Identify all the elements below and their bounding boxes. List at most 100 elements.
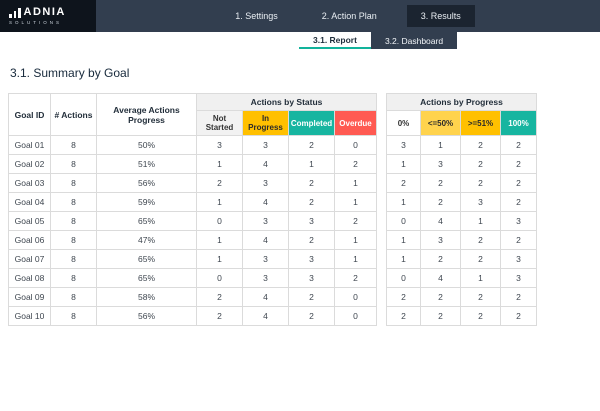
cell-avg-progress: 56% (97, 307, 197, 326)
cell-num-actions: 8 (51, 250, 97, 269)
table-row: Goal 05 8 65% 0 3 3 2 0 4 1 3 (9, 212, 537, 231)
tab-action-plan[interactable]: 2. Action Plan (308, 5, 391, 27)
group-spacer (377, 155, 387, 174)
cell-progress-0: 0 (387, 212, 421, 231)
cell-num-actions: 8 (51, 155, 97, 174)
cell-num-actions: 8 (51, 288, 97, 307)
col-header-progress-100: 100% (501, 111, 537, 136)
brand-name: ADNIA (24, 7, 66, 18)
cell-in-progress: 4 (243, 155, 289, 174)
cell-progress-lte50: 2 (421, 174, 461, 193)
cell-not-started: 1 (197, 231, 243, 250)
cell-goal-id: Goal 07 (9, 250, 51, 269)
cell-progress-gte51: 1 (461, 212, 501, 231)
cell-progress-100: 2 (501, 136, 537, 155)
cell-completed: 3 (289, 212, 335, 231)
group-spacer (377, 307, 387, 326)
cell-progress-100: 2 (501, 231, 537, 250)
col-header-overdue: Overdue (335, 111, 377, 136)
cell-progress-0: 2 (387, 174, 421, 193)
cell-progress-0: 3 (387, 136, 421, 155)
table-row: Goal 01 8 50% 3 3 2 0 3 1 2 2 (9, 136, 537, 155)
cell-overdue: 0 (335, 136, 377, 155)
col-header-goal-id: Goal ID (9, 94, 51, 136)
cell-in-progress: 3 (243, 174, 289, 193)
cell-progress-lte50: 1 (421, 136, 461, 155)
col-header-progress-lte50: <=50% (421, 111, 461, 136)
cell-num-actions: 8 (51, 231, 97, 250)
cell-in-progress: 3 (243, 250, 289, 269)
cell-progress-0: 2 (387, 288, 421, 307)
cell-completed: 2 (289, 193, 335, 212)
sub-nav: 3.1. Report 3.2. Dashboard (299, 32, 600, 49)
summary-table: Goal ID # Actions Average Actions Progre… (8, 93, 537, 326)
cell-not-started: 0 (197, 212, 243, 231)
bar-chart-icon (9, 8, 21, 18)
cell-overdue: 0 (335, 288, 377, 307)
cell-num-actions: 8 (51, 136, 97, 155)
cell-goal-id: Goal 05 (9, 212, 51, 231)
group-spacer (377, 231, 387, 250)
cell-goal-id: Goal 02 (9, 155, 51, 174)
table-row: Goal 04 8 59% 1 4 2 1 1 2 3 2 (9, 193, 537, 212)
tab-results[interactable]: 3. Results (407, 5, 475, 27)
table-row: Goal 06 8 47% 1 4 2 1 1 3 2 2 (9, 231, 537, 250)
cell-progress-0: 0 (387, 269, 421, 288)
cell-progress-gte51: 2 (461, 136, 501, 155)
cell-avg-progress: 56% (97, 174, 197, 193)
tab-dashboard[interactable]: 3.2. Dashboard (371, 32, 457, 49)
cell-progress-gte51: 2 (461, 307, 501, 326)
cell-goal-id: Goal 03 (9, 174, 51, 193)
cell-goal-id: Goal 10 (9, 307, 51, 326)
cell-in-progress: 3 (243, 212, 289, 231)
table-body: Goal 01 8 50% 3 3 2 0 3 1 2 2 Goal 02 8 … (9, 136, 537, 326)
cell-progress-100: 2 (501, 193, 537, 212)
cell-progress-lte50: 2 (421, 288, 461, 307)
cell-progress-0: 1 (387, 250, 421, 269)
cell-completed: 3 (289, 250, 335, 269)
cell-in-progress: 4 (243, 288, 289, 307)
cell-goal-id: Goal 04 (9, 193, 51, 212)
cell-overdue: 2 (335, 212, 377, 231)
cell-not-started: 3 (197, 136, 243, 155)
cell-not-started: 1 (197, 155, 243, 174)
cell-not-started: 1 (197, 250, 243, 269)
table-row: Goal 09 8 58% 2 4 2 0 2 2 2 2 (9, 288, 537, 307)
cell-progress-lte50: 2 (421, 307, 461, 326)
cell-progress-100: 2 (501, 288, 537, 307)
brand-logo: ADNIA SOLUTIONS (0, 0, 96, 32)
cell-overdue: 1 (335, 193, 377, 212)
cell-progress-gte51: 2 (461, 250, 501, 269)
cell-completed: 2 (289, 231, 335, 250)
cell-progress-lte50: 2 (421, 250, 461, 269)
col-header-in-progress: In Progress (243, 111, 289, 136)
page-title: 3.1. Summary by Goal (10, 66, 600, 80)
cell-completed: 3 (289, 269, 335, 288)
cell-progress-gte51: 2 (461, 231, 501, 250)
table-row: Goal 08 8 65% 0 3 3 2 0 4 1 3 (9, 269, 537, 288)
cell-progress-gte51: 2 (461, 288, 501, 307)
cell-progress-0: 1 (387, 155, 421, 174)
cell-num-actions: 8 (51, 174, 97, 193)
tab-settings[interactable]: 1. Settings (221, 5, 292, 27)
cell-avg-progress: 65% (97, 212, 197, 231)
cell-in-progress: 4 (243, 193, 289, 212)
cell-avg-progress: 58% (97, 288, 197, 307)
tab-report[interactable]: 3.1. Report (299, 32, 371, 49)
table-row: Goal 02 8 51% 1 4 1 2 1 3 2 2 (9, 155, 537, 174)
group-header-progress: Actions by Progress (387, 94, 537, 111)
cell-overdue: 1 (335, 174, 377, 193)
col-header-progress-0: 0% (387, 111, 421, 136)
group-header-status: Actions by Status (197, 94, 377, 111)
cell-progress-100: 2 (501, 155, 537, 174)
group-spacer (377, 250, 387, 269)
cell-num-actions: 8 (51, 212, 97, 231)
cell-progress-lte50: 2 (421, 193, 461, 212)
cell-progress-0: 1 (387, 193, 421, 212)
cell-not-started: 2 (197, 307, 243, 326)
cell-completed: 2 (289, 136, 335, 155)
cell-progress-lte50: 4 (421, 269, 461, 288)
cell-progress-lte50: 3 (421, 155, 461, 174)
cell-goal-id: Goal 08 (9, 269, 51, 288)
group-spacer (377, 269, 387, 288)
